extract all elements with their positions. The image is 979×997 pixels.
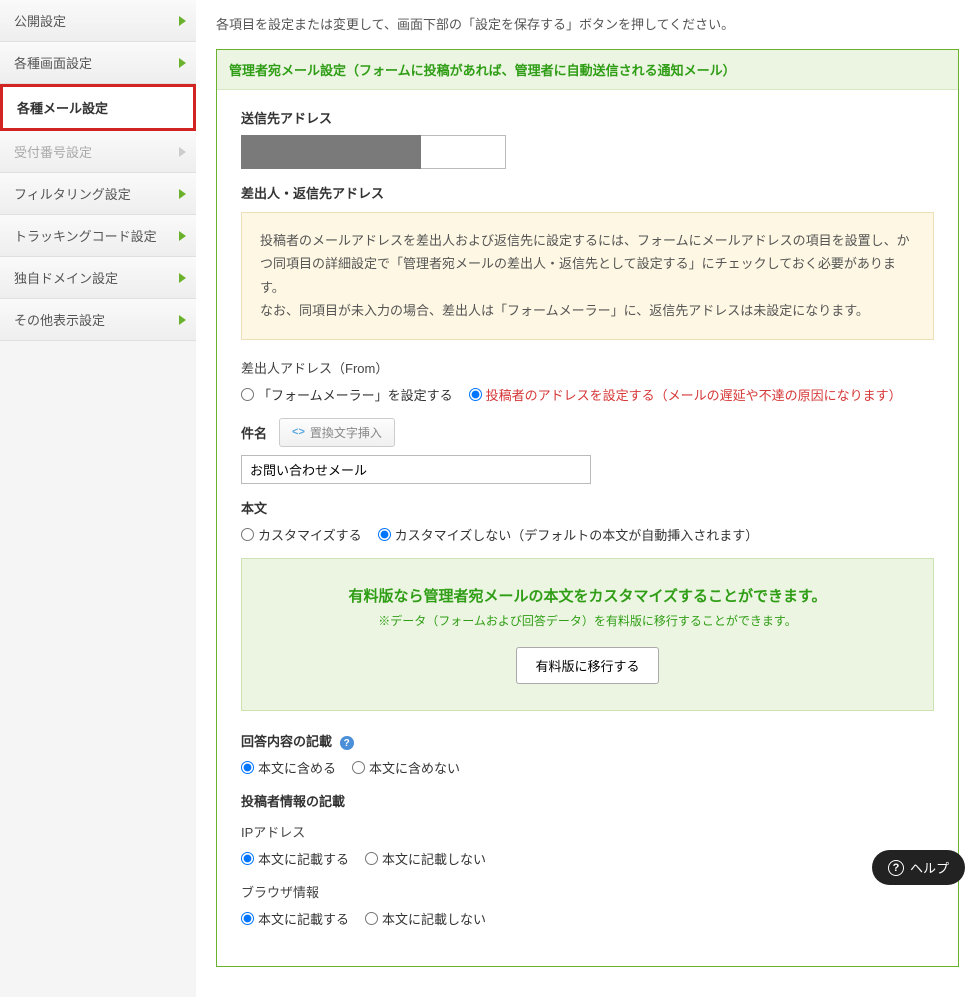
redacted-address bbox=[241, 135, 421, 169]
answer-opt-exclude[interactable]: 本文に含めない bbox=[352, 758, 460, 777]
notice-line: 投稿者のメールアドレスを差出人および返信先に設定するには、フォームにメールアドレ… bbox=[260, 229, 915, 299]
arrow-right-icon bbox=[179, 231, 186, 241]
poster-info-label: 投稿者情報の記載 bbox=[241, 791, 934, 810]
sidebar-item-label: 公開設定 bbox=[14, 11, 66, 30]
browser-radios: 本文に記載する 本文に記載しない bbox=[241, 909, 934, 928]
ip-opt-include[interactable]: 本文に記載する bbox=[241, 849, 349, 868]
send-to-row bbox=[241, 135, 934, 169]
insert-placeholder-button[interactable]: <> 置換文字挿入 bbox=[279, 418, 395, 447]
answer-radios: 本文に含める 本文に含めない bbox=[241, 758, 934, 777]
body-opt-customize[interactable]: カスタマイズする bbox=[241, 525, 362, 544]
sidebar-item-label: その他表示設定 bbox=[14, 310, 105, 329]
browser-opt-include[interactable]: 本文に記載する bbox=[241, 909, 349, 928]
upgrade-promo: 有料版なら管理者宛メールの本文をカスタマイズすることができます。 ※データ（フォ… bbox=[241, 558, 934, 711]
radio-input[interactable] bbox=[365, 852, 378, 865]
answer-opt-include[interactable]: 本文に含める bbox=[241, 758, 336, 777]
arrow-right-icon bbox=[179, 16, 186, 26]
radio-input[interactable] bbox=[241, 388, 254, 401]
radio-input[interactable] bbox=[241, 852, 254, 865]
body-radios: カスタマイズする カスタマイズしない（デフォルトの本文が自動挿入されます） bbox=[241, 525, 934, 544]
from-opt-formmailer[interactable]: 「フォームメーラー」を設定する bbox=[241, 385, 453, 404]
subject-input[interactable] bbox=[241, 455, 591, 484]
insert-btn-label: 置換文字挿入 bbox=[310, 424, 382, 441]
help-float-button[interactable]: ? ヘルプ bbox=[872, 850, 965, 885]
subject-label: 件名 bbox=[241, 423, 267, 442]
sidebar-item-mail[interactable]: 各種メール設定 bbox=[0, 84, 196, 131]
sidebar-item-filtering[interactable]: フィルタリング設定 bbox=[0, 173, 196, 215]
upgrade-button[interactable]: 有料版に移行する bbox=[516, 647, 658, 684]
sidebar-item-label: フィルタリング設定 bbox=[14, 184, 131, 203]
sidebar-item-label: 独自ドメイン設定 bbox=[14, 268, 118, 287]
arrow-right-icon bbox=[179, 58, 186, 68]
radio-input[interactable] bbox=[241, 528, 254, 541]
radio-input[interactable] bbox=[241, 912, 254, 925]
ip-label: IPアドレス bbox=[241, 822, 934, 841]
sidebar-item-tracking[interactable]: トラッキングコード設定 bbox=[0, 215, 196, 257]
sidebar-item-receipt: 受付番号設定 bbox=[0, 131, 196, 173]
arrow-right-icon bbox=[179, 273, 186, 283]
radio-input[interactable] bbox=[352, 761, 365, 774]
from-opt-poster[interactable]: 投稿者のアドレスを設定する（メールの遅延や不達の原因になります） bbox=[469, 385, 902, 404]
radio-input[interactable] bbox=[469, 388, 482, 401]
arrow-right-icon bbox=[179, 189, 186, 199]
ip-opt-exclude[interactable]: 本文に記載しない bbox=[365, 849, 486, 868]
radio-label: 本文に記載する bbox=[258, 909, 349, 928]
main-content: 各項目を設定または変更して、画面下部の「設定を保存する」ボタンを押してください。… bbox=[196, 0, 979, 997]
sidebar: 公開設定 各種画面設定 各種メール設定 受付番号設定 フィルタリング設定 トラッ… bbox=[0, 0, 196, 997]
code-icon: <> bbox=[292, 426, 305, 438]
radio-label: 本文に含める bbox=[258, 758, 336, 777]
radio-input[interactable] bbox=[378, 528, 391, 541]
sidebar-item-label: 各種メール設定 bbox=[17, 98, 108, 117]
promo-subtitle: ※データ（フォームおよび回答データ）を有料版に移行することができます。 bbox=[262, 612, 913, 629]
from-reply-label: 差出人・返信先アドレス bbox=[241, 183, 934, 202]
sidebar-item-publish[interactable]: 公開設定 bbox=[0, 0, 196, 42]
notice-box: 投稿者のメールアドレスを差出人および返信先に設定するには、フォームにメールアドレ… bbox=[241, 212, 934, 340]
intro-text: 各項目を設定または変更して、画面下部の「設定を保存する」ボタンを押してください。 bbox=[216, 14, 959, 33]
send-to-label: 送信先アドレス bbox=[241, 108, 934, 127]
arrow-right-icon bbox=[179, 147, 186, 157]
browser-opt-exclude[interactable]: 本文に記載しない bbox=[365, 909, 486, 928]
body-opt-default[interactable]: カスタマイズしない（デフォルトの本文が自動挿入されます） bbox=[378, 525, 759, 544]
radio-label: カスタマイズしない（デフォルトの本文が自動挿入されます） bbox=[395, 525, 759, 544]
sidebar-item-label: トラッキングコード設定 bbox=[14, 226, 157, 245]
radio-label: 本文に記載しない bbox=[382, 909, 486, 928]
send-to-input[interactable] bbox=[421, 135, 506, 169]
ip-radios: 本文に記載する 本文に記載しない bbox=[241, 849, 934, 868]
from-addr-radios: 「フォームメーラー」を設定する 投稿者のアドレスを設定する（メールの遅延や不達の… bbox=[241, 385, 934, 404]
from-addr-label: 差出人アドレス（From） bbox=[241, 358, 934, 377]
sidebar-item-label: 各種画面設定 bbox=[14, 53, 92, 72]
help-icon[interactable]: ? bbox=[340, 736, 354, 750]
radio-label: 投稿者のアドレスを設定する（メールの遅延や不達の原因になります） bbox=[486, 385, 902, 404]
radio-label: 「フォームメーラー」を設定する bbox=[258, 385, 453, 404]
question-icon: ? bbox=[888, 860, 904, 876]
admin-mail-section: 管理者宛メール設定（フォームに投稿があれば、管理者に自動送信される通知メール） … bbox=[216, 49, 959, 967]
radio-input[interactable] bbox=[241, 761, 254, 774]
radio-input[interactable] bbox=[365, 912, 378, 925]
help-float-label: ヘルプ bbox=[910, 858, 949, 877]
sidebar-item-screens[interactable]: 各種画面設定 bbox=[0, 42, 196, 84]
body-label: 本文 bbox=[241, 498, 934, 517]
arrow-right-icon bbox=[179, 315, 186, 325]
sidebar-item-other[interactable]: その他表示設定 bbox=[0, 299, 196, 341]
promo-title: 有料版なら管理者宛メールの本文をカスタマイズすることができます。 bbox=[262, 585, 913, 606]
sidebar-item-label: 受付番号設定 bbox=[14, 142, 92, 161]
radio-label: 本文に含めない bbox=[369, 758, 460, 777]
radio-label: 本文に記載しない bbox=[382, 849, 486, 868]
browser-label: ブラウザ情報 bbox=[241, 882, 934, 901]
answer-label: 回答内容の記載 ? bbox=[241, 731, 934, 751]
notice-line: なお、同項目が未入力の場合、差出人は「フォームメーラー」に、返信先アドレスは未設… bbox=[260, 299, 915, 322]
radio-label: 本文に記載する bbox=[258, 849, 349, 868]
section-header: 管理者宛メール設定（フォームに投稿があれば、管理者に自動送信される通知メール） bbox=[217, 50, 958, 90]
radio-label: カスタマイズする bbox=[258, 525, 362, 544]
answer-label-text: 回答内容の記載 bbox=[241, 734, 332, 749]
sidebar-item-domain[interactable]: 独自ドメイン設定 bbox=[0, 257, 196, 299]
